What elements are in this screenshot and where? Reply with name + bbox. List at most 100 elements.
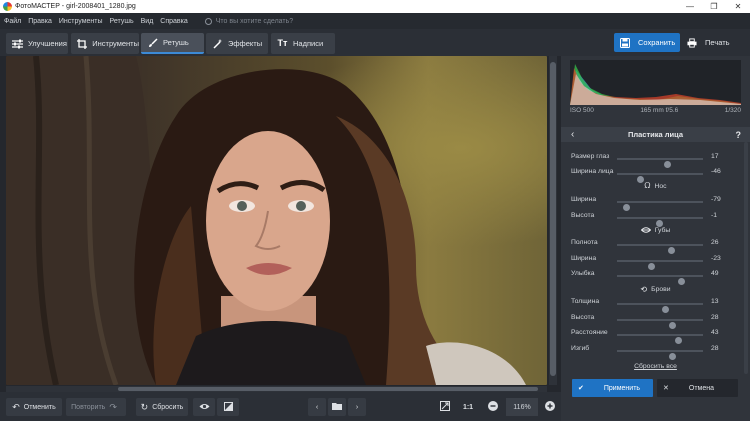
tab-effects[interactable]: Эффекты: [206, 33, 268, 54]
menu-file[interactable]: Файл: [4, 18, 21, 25]
scroll-thumb[interactable]: [118, 387, 538, 391]
shutter-value: 1/320: [724, 107, 741, 114]
slider-brow-height[interactable]: Высота 28: [561, 313, 750, 329]
tab-retouch[interactable]: Ретушь: [141, 33, 204, 54]
check-icon: ✔: [578, 385, 584, 392]
zoom-in-button[interactable]: [541, 398, 559, 416]
zoom-value[interactable]: 116%: [506, 398, 538, 416]
slider-value[interactable]: 28: [711, 345, 731, 352]
zoom-out-button[interactable]: [484, 398, 502, 416]
slider-face-width[interactable]: Ширина лица -46: [561, 167, 750, 183]
apply-button[interactable]: ✔ Применить: [572, 379, 653, 397]
slider-value[interactable]: 26: [711, 239, 731, 246]
slider-knob[interactable]: [662, 306, 670, 313]
scroll-thumb[interactable]: [550, 62, 556, 376]
undo-button[interactable]: ↶ Отменить: [6, 398, 62, 416]
slider-track[interactable]: [617, 350, 703, 360]
compare-button[interactable]: [217, 398, 239, 416]
slider-track[interactable]: [617, 158, 703, 168]
menu-retouch[interactable]: Ретушь: [110, 18, 134, 25]
vertical-scrollbar[interactable]: [549, 56, 557, 385]
minimize-button[interactable]: —: [678, 2, 702, 11]
slider-value[interactable]: 49: [711, 270, 731, 277]
title-bar: ФотоМАСТЕР - girl-2008401_1280.jpg — ❐ ✕: [0, 0, 750, 13]
preview-eye-button[interactable]: [193, 398, 215, 416]
slider-track[interactable]: [617, 319, 703, 329]
reset-icon: ↻: [140, 401, 149, 412]
tab-captions[interactable]: Tт Надписи: [271, 33, 335, 54]
slider-track[interactable]: [617, 201, 703, 211]
slider-value[interactable]: -23: [711, 255, 731, 262]
slider-track[interactable]: [617, 217, 703, 227]
slider-lips-width[interactable]: Ширина -23: [561, 254, 750, 270]
fit-screen-button[interactable]: [436, 398, 454, 416]
back-arrow-icon[interactable]: ‹: [571, 129, 574, 140]
bottom-bar: ↶ Отменить Повторить ↷ ↻ Сбросить ‹ › 1:…: [0, 392, 561, 421]
section-title: Губы: [654, 226, 671, 234]
cancel-button[interactable]: ✕ Отмена: [657, 379, 738, 397]
sliders-icon: [12, 38, 23, 49]
slider-label: Ширина лица: [571, 168, 614, 175]
close-button[interactable]: ✕: [726, 2, 750, 11]
slider-track[interactable]: [617, 260, 703, 270]
slider-track[interactable]: [617, 244, 703, 254]
slider-value[interactable]: 43: [711, 329, 731, 336]
menu-tools[interactable]: Инструменты: [59, 18, 103, 25]
menu-edit[interactable]: Правка: [28, 18, 52, 25]
slider-smile[interactable]: Улыбка 49: [561, 269, 750, 285]
search-icon: [204, 17, 212, 25]
slider-lips-fullness[interactable]: Полнота 26: [561, 238, 750, 254]
slider-value[interactable]: 28: [711, 314, 731, 321]
maximize-button[interactable]: ❐: [702, 2, 726, 11]
magic-wand-icon: [212, 38, 223, 49]
tab-tools[interactable]: Инструменты: [71, 33, 139, 54]
redo-button[interactable]: Повторить ↷: [66, 398, 126, 416]
open-folder-button[interactable]: [328, 398, 346, 416]
menu-help[interactable]: Справка: [160, 18, 187, 25]
cancel-label: Отмена: [688, 384, 714, 392]
slider-value[interactable]: -1: [711, 212, 731, 219]
slider-track[interactable]: [617, 303, 703, 313]
help-button[interactable]: ?: [736, 130, 742, 140]
panel-header: ‹ Пластика лица ?: [561, 127, 750, 142]
slider-brow-thickness[interactable]: Толщина 13: [561, 297, 750, 313]
crop-icon: [77, 38, 88, 49]
slider-knob[interactable]: [675, 337, 683, 344]
slider-track[interactable]: [617, 173, 703, 183]
slider-eye-size[interactable]: Размер глаз 17: [561, 152, 750, 168]
compare-icon: [223, 401, 233, 413]
actual-size-button[interactable]: 1:1: [458, 398, 478, 416]
reset-all-link[interactable]: Сбросить все: [561, 363, 750, 370]
next-photo-button[interactable]: ›: [348, 398, 366, 416]
slider-nose-width[interactable]: Ширина -79: [561, 195, 750, 211]
prev-photo-button[interactable]: ‹: [308, 398, 326, 416]
slider-knob[interactable]: [669, 353, 677, 360]
lens-value: 165 mm f/5.6: [640, 107, 679, 114]
menu-view[interactable]: Вид: [141, 18, 154, 25]
portrait-illustration: [6, 56, 526, 385]
slider-knob[interactable]: [622, 204, 630, 211]
slider-value[interactable]: 17: [711, 153, 731, 160]
print-button[interactable]: Печать: [683, 33, 743, 52]
histogram: [570, 60, 741, 105]
slider-track[interactable]: [617, 275, 703, 285]
slider-track[interactable]: [617, 334, 703, 344]
section-lips: Губы: [561, 224, 750, 236]
photo-canvas[interactable]: [0, 56, 561, 392]
slider-knob[interactable]: [668, 247, 676, 254]
slider-value[interactable]: -46: [711, 168, 731, 175]
tab-label: Улучшения: [28, 39, 67, 48]
section-title: Нос: [654, 182, 667, 190]
slider-nose-height[interactable]: Высота -1: [561, 211, 750, 227]
tab-improvements[interactable]: Улучшения: [6, 33, 68, 54]
slider-value[interactable]: 13: [711, 298, 731, 305]
slider-brow-curve[interactable]: Изгиб 28: [561, 344, 750, 360]
section-title: Брови: [651, 285, 671, 293]
reset-button[interactable]: ↻ Сбросить: [136, 398, 188, 416]
save-button[interactable]: Сохранить: [614, 33, 680, 52]
slider-label: Высота: [571, 314, 595, 321]
slider-value[interactable]: -79: [711, 196, 731, 203]
slider-brow-distance[interactable]: Расстояние 43: [561, 328, 750, 344]
portrait-photo[interactable]: [6, 56, 547, 385]
search-input[interactable]: [215, 17, 336, 25]
